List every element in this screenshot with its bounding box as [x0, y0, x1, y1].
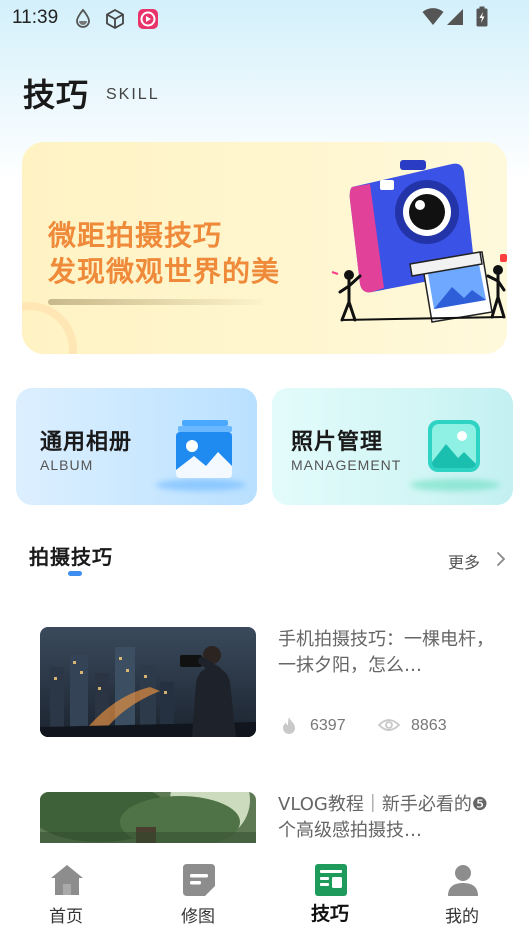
album-icon — [176, 420, 232, 478]
article-item[interactable]: 手机拍摄技巧：一棵电杆，一抹夕阳，怎么… 6397 8863 — [0, 620, 529, 750]
video-app-icon — [138, 9, 158, 29]
nav-item-edit[interactable]: 修图 — [143, 843, 253, 940]
bottom-nav: 首页 修图 技巧 我的 — [0, 843, 529, 940]
section-title: 拍摄技巧 — [29, 545, 113, 569]
article-views: 8863 — [411, 717, 447, 734]
nav-item-skill[interactable]: 技巧 — [275, 843, 385, 940]
banner-headline: 微距拍摄技巧 — [48, 219, 223, 252]
home-icon — [51, 865, 83, 895]
more-link[interactable]: 更多 — [448, 549, 480, 573]
chevron-right-icon[interactable] — [496, 551, 506, 567]
article-likes: 6397 — [310, 717, 346, 734]
status-bar: 11:39 — [0, 0, 529, 36]
nav-item-home[interactable]: 首页 — [11, 843, 121, 940]
battery-icon — [476, 6, 488, 27]
album-card-subtitle: ALBUM — [40, 457, 94, 473]
edit-photo-icon — [183, 864, 215, 896]
page-title: 技巧 — [23, 76, 90, 114]
wifi-icon — [422, 8, 444, 25]
nav-label-skill: 技巧 — [310, 903, 349, 925]
profile-icon — [448, 865, 478, 896]
cube-icon — [106, 9, 124, 29]
nav-label-profile: 我的 — [445, 907, 479, 927]
camera-illustration — [331, 160, 507, 323]
photo-management-card-glow — [410, 479, 500, 491]
photo-management-card[interactable]: 照片管理 MANAGEMENT — [272, 388, 513, 505]
article-title: VLOG教程｜新手必看的❺个高级感拍摄技… — [278, 794, 488, 841]
article-title: 手机拍摄技巧：一棵电杆，一抹夕阳，怎么… — [278, 629, 494, 676]
photo-management-card-subtitle: MANAGEMENT — [291, 457, 402, 473]
banner-underline — [48, 299, 263, 305]
page-subtitle: SKILL — [106, 86, 160, 103]
nav-label-home: 首页 — [49, 907, 83, 927]
article-item[interactable]: VLOG教程｜新手必看的❺个高级感拍摄技… — [0, 792, 529, 843]
photo-management-card-title: 照片管理 — [291, 430, 384, 455]
nav-item-profile[interactable]: 我的 — [407, 843, 517, 940]
water-drop-icon — [76, 8, 90, 28]
album-card[interactable]: 通用相册 ALBUM — [16, 388, 257, 505]
status-time: 11:39 — [12, 7, 59, 28]
section-indicator — [68, 571, 82, 576]
nav-label-edit: 修图 — [181, 907, 215, 927]
album-card-title: 通用相册 — [40, 430, 133, 455]
skill-icon — [315, 864, 347, 896]
banner-macro-tips[interactable]: 微距拍摄技巧 发现微观世界的美 — [22, 142, 507, 354]
signal-icon — [447, 9, 463, 25]
eye-icon — [378, 719, 400, 731]
album-card-glow — [156, 479, 246, 491]
article-thumbnail-city-night — [40, 627, 256, 737]
image-icon — [428, 420, 480, 472]
banner-subheadline: 发现微观世界的美 — [48, 255, 281, 288]
flame-icon — [283, 717, 295, 734]
article-thumbnail-forest — [40, 792, 256, 843]
banner-decor-circle — [22, 302, 77, 354]
